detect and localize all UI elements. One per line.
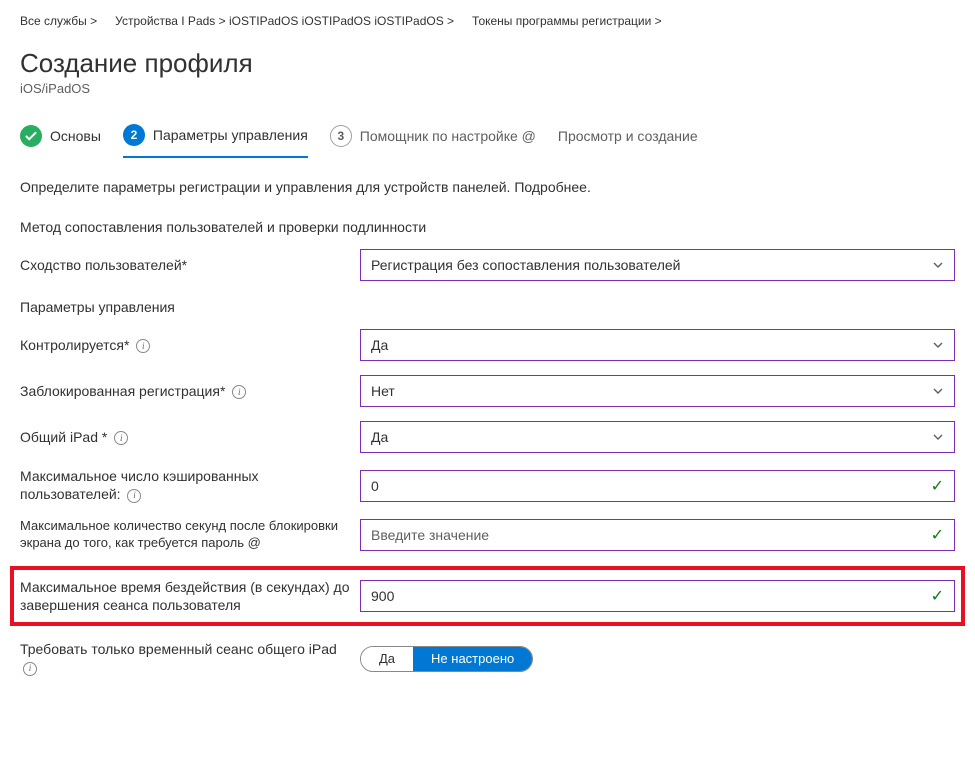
checkmark-icon xyxy=(20,125,42,147)
shared-ipad-label: Общий iPad * i xyxy=(20,428,360,447)
row-shared-ipad: Общий iPad * i Да xyxy=(20,421,955,453)
row-temp-session-only: Требовать только временный сеанс общего … xyxy=(20,640,955,677)
locked-enrollment-value: Нет xyxy=(371,383,395,399)
row-supervised: Контролируется* i Да xyxy=(20,329,955,361)
info-icon[interactable]: i xyxy=(136,339,150,353)
step-basics-label: Основы xyxy=(50,128,101,144)
section-user-auth: Метод сопоставления пользователей и пров… xyxy=(20,219,955,235)
row-locked-enrollment: Заблокированная регистрация* i Нет xyxy=(20,375,955,407)
supervised-select[interactable]: Да xyxy=(360,329,955,361)
step-review-create[interactable]: Просмотр и создание xyxy=(558,128,698,154)
shared-ipad-value: Да xyxy=(371,429,388,445)
row-max-seconds-lock: Максимальное количество секунд после бло… xyxy=(20,518,955,552)
row-max-idle-time: Максимальное время бездействия (в секунд… xyxy=(20,578,955,614)
row-max-cached-users: Максимальное число кэшированных пользова… xyxy=(20,467,955,504)
max-idle-time-field[interactable] xyxy=(371,588,931,604)
temp-session-only-label: Требовать только временный сеанс общего … xyxy=(20,640,360,677)
max-cached-users-field[interactable] xyxy=(371,478,931,494)
valid-check-icon: ✓ xyxy=(931,525,944,545)
max-seconds-lock-field[interactable] xyxy=(371,527,931,543)
max-seconds-lock-input[interactable]: ✓ xyxy=(360,519,955,551)
toggle-option-not-configured[interactable]: Не настроено xyxy=(413,647,532,671)
chevron-down-icon xyxy=(932,385,944,397)
max-idle-time-label: Максимальное время бездействия (в секунд… xyxy=(20,578,360,614)
info-icon[interactable]: i xyxy=(23,662,37,676)
max-idle-time-input[interactable]: ✓ xyxy=(360,580,955,612)
description-text: Определите параметры регистрации и управ… xyxy=(20,179,955,195)
step-review-create-label: Просмотр и создание xyxy=(558,128,698,144)
supervised-label: Контролируется* i xyxy=(20,336,360,355)
step-number-icon: 2 xyxy=(123,124,145,146)
locked-enrollment-select[interactable]: Нет xyxy=(360,375,955,407)
supervised-value: Да xyxy=(371,337,388,353)
info-icon[interactable]: i xyxy=(127,489,141,503)
valid-check-icon: ✓ xyxy=(931,586,944,606)
valid-check-icon: ✓ xyxy=(931,476,944,496)
step-setup-assistant[interactable]: 3 Помощник по настройке @ xyxy=(330,125,536,157)
breadcrumb-tokens[interactable]: Токены программы регистрации > xyxy=(472,14,662,28)
info-icon[interactable]: i xyxy=(114,431,128,445)
wizard-steps: Основы 2 Параметры управления 3 Помощник… xyxy=(20,124,955,159)
user-affinity-label: Сходство пользователей* xyxy=(20,256,360,274)
max-cached-users-input[interactable]: ✓ xyxy=(360,470,955,502)
breadcrumb-all-services[interactable]: Все службы > xyxy=(20,14,97,28)
section-management: Параметры управления xyxy=(20,299,955,315)
temp-session-toggle[interactable]: Да Не настроено xyxy=(360,646,533,672)
user-affinity-value: Регистрация без сопоставления пользовате… xyxy=(371,257,681,273)
shared-ipad-select[interactable]: Да xyxy=(360,421,955,453)
row-user-affinity: Сходство пользователей* Регистрация без … xyxy=(20,249,955,281)
info-icon[interactable]: i xyxy=(232,385,246,399)
breadcrumbs: Все службы > Устройства I Pads > iOSTIPa… xyxy=(20,10,955,40)
highlighted-row: Максимальное время бездействия (в секунд… xyxy=(10,566,965,626)
user-affinity-select[interactable]: Регистрация без сопоставления пользовате… xyxy=(360,249,955,281)
step-basics[interactable]: Основы xyxy=(20,125,101,157)
step-management[interactable]: 2 Параметры управления xyxy=(123,124,308,158)
locked-enrollment-label: Заблокированная регистрация* i xyxy=(20,382,360,401)
page-subtitle: iOS/iPadOS xyxy=(20,81,955,96)
page-title: Создание профиля xyxy=(20,48,955,79)
toggle-option-yes[interactable]: Да xyxy=(361,647,413,671)
step-number-icon: 3 xyxy=(330,125,352,147)
chevron-down-icon xyxy=(932,431,944,443)
chevron-down-icon xyxy=(932,259,944,271)
max-cached-users-label: Максимальное число кэшированных пользова… xyxy=(20,467,360,504)
step-setup-assistant-label: Помощник по настройке @ xyxy=(360,128,536,144)
max-seconds-lock-label: Максимальное количество секунд после бло… xyxy=(20,518,360,552)
chevron-down-icon xyxy=(932,339,944,351)
step-management-label: Параметры управления xyxy=(153,127,308,143)
breadcrumb-devices[interactable]: Устройства I Pads > iOSTIPadOS iOSTIPadO… xyxy=(115,14,454,28)
